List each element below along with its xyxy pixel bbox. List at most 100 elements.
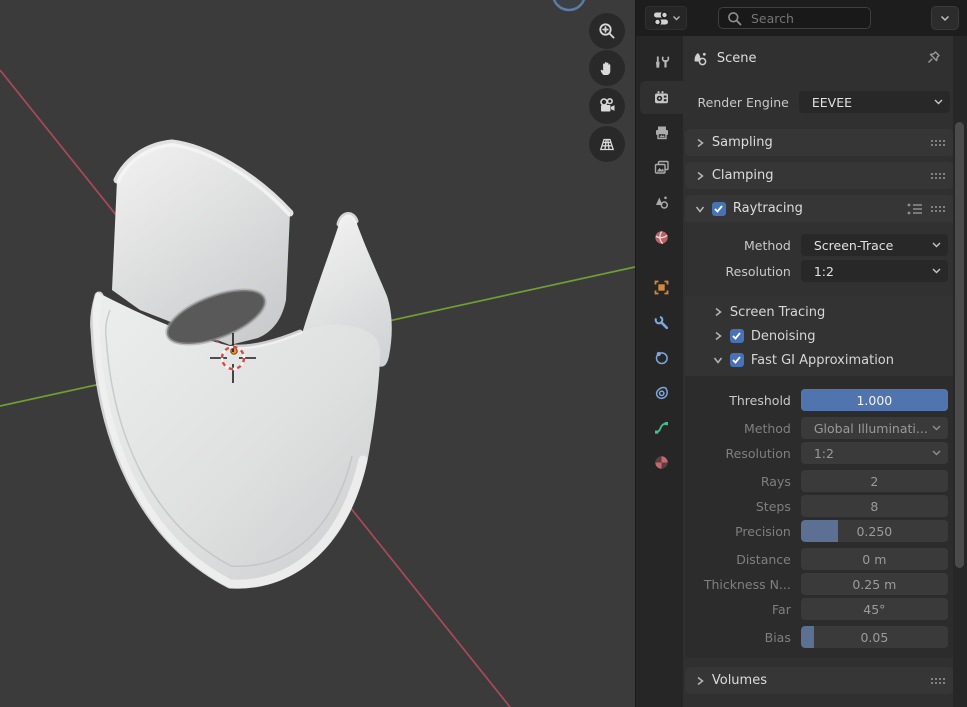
panel-grip-icon[interactable] [930,205,945,212]
fast-gi-settings: Threshold 1.000 Method Global Illuminati… [685,376,953,658]
constraints-icon [653,349,670,366]
tab-scene[interactable] [640,186,683,219]
denoising-checkbox[interactable] [730,329,744,343]
raytracing-checkbox[interactable] [712,202,726,216]
wrench-icon [653,314,670,331]
threshold-label: Threshold [685,393,791,408]
steps-field[interactable]: 8 [801,495,948,517]
steps-row: Steps 8 [685,495,950,517]
thickness-field[interactable]: 0.25 m [801,573,948,595]
subpanel-screen-tracing-header[interactable]: Screen Tracing [685,300,953,324]
chevron-right-icon [713,331,723,341]
pin-icon[interactable] [925,49,943,67]
threshold-slider[interactable]: 1.000 [801,389,948,411]
chevron-right-icon [713,307,723,317]
fast-gi-checkbox[interactable] [730,353,744,367]
properties-body: Scene Render Engine EEVEE [636,36,967,707]
subpanel-denoising-header[interactable]: Denoising [685,324,953,348]
precision-label: Precision [685,524,791,539]
breadcrumb-scene-label: Scene [717,51,757,66]
distance-field[interactable]: 0 m [801,548,948,570]
fast-gi-method-row: Method Global Illuminati... [685,417,950,439]
panel-title: Volumes [712,673,767,688]
tab-tool[interactable] [640,46,683,79]
search-input[interactable] [749,10,862,27]
output-properties-icon [653,124,670,141]
raytracing-resolution-dropdown[interactable]: 1:2 [801,260,948,282]
panel-grip-icon[interactable] [930,172,945,179]
subpanel-title: Denoising [751,329,816,344]
zoom-tool-button[interactable] [589,13,625,49]
resolution-label: Resolution [685,446,791,461]
subpanel-fast-gi-header[interactable]: Fast GI Approximation [685,348,953,372]
panel-clamping-header[interactable]: Clamping [685,162,953,189]
method-label: Method [685,238,791,253]
fast-gi-resolution-dropdown[interactable]: 1:2 [801,442,948,464]
steps-label: Steps [685,499,791,514]
search-box[interactable] [718,7,871,29]
bias-row: Bias 0.05 [685,626,950,648]
fast-gi-resolution-row: Resolution 1:2 [685,442,950,464]
tab-material[interactable] [640,446,683,479]
panel-clamping: Clamping [685,162,953,189]
fast-gi-method-dropdown[interactable]: Global Illuminati... [801,417,948,439]
tab-object[interactable] [640,271,683,304]
panel-grip-icon[interactable] [930,677,945,684]
precision-slider[interactable]: 0.250 [801,520,948,542]
chevron-down-icon [934,99,943,105]
world-properties-icon [653,229,670,246]
rays-row: Rays 2 [685,470,950,492]
render-engine-dropdown[interactable]: EEVEE [799,91,950,113]
distance-label: Distance [685,552,791,567]
slider-fill [801,520,838,542]
panel-sampling-header[interactable]: Sampling [685,129,953,156]
camera-icon [597,96,617,116]
curve-data-icon [653,419,670,436]
raytracing-settings: Method Screen-Trace Resolution [685,222,953,296]
chevron-down-icon [940,15,950,22]
chevron-down-icon [932,242,941,248]
panel-grip-icon[interactable] [930,139,945,146]
material-icon [653,454,670,471]
chevron-down-icon [695,204,705,214]
panel-list-icon[interactable] [907,202,923,215]
viewport-canvas[interactable] [0,0,635,707]
raytracing-method-dropdown[interactable]: Screen-Trace [801,234,948,256]
tab-constraints[interactable] [640,341,683,374]
camera-view-button[interactable] [589,88,625,124]
properties-editor: Scene Render Engine EEVEE [635,0,967,707]
far-field[interactable]: 45° [801,598,948,620]
scene-properties-icon [653,194,670,211]
3d-viewport[interactable] [0,0,635,707]
render-engine-label: Render Engine [683,95,789,110]
tab-physics[interactable] [640,376,683,409]
panel-raytracing: Raytracing Method Scre [685,195,953,658]
tool-icon [653,54,670,71]
panel-volumes-header[interactable]: Volumes [685,667,953,694]
bias-slider[interactable]: 0.05 [801,626,948,648]
tab-output[interactable] [640,116,683,149]
scrollbar-track[interactable] [953,36,967,707]
physics-icon [653,384,670,401]
tab-render[interactable] [640,81,683,114]
header-options-button[interactable] [931,6,959,30]
scrollbar-thumb[interactable] [955,122,964,568]
raytracing-method-row: Method Screen-Trace [685,234,950,256]
toggle-projection-button[interactable] [589,126,625,162]
blender-window: Scene Render Engine EEVEE [0,0,967,707]
raytracing-subpanels: Screen Tracing Denoising [685,296,953,376]
thickness-row: Thickness N... 0.25 m [685,573,950,595]
raytracing-resolution-row: Resolution 1:2 [685,260,950,282]
rays-field[interactable]: 2 [801,470,948,492]
tab-modifiers[interactable] [640,306,683,339]
render-engine-row: Render Engine EEVEE [683,91,952,113]
hand-icon [597,58,617,78]
slider-fill [801,626,814,648]
tab-world[interactable] [640,221,683,254]
perspective-grid-icon [597,134,617,154]
panel-raytracing-header[interactable]: Raytracing [685,195,953,222]
editor-type-button[interactable] [645,6,687,30]
tab-object-data[interactable] [640,411,683,444]
pan-tool-button[interactable] [589,50,625,86]
tab-view-layer[interactable] [640,151,683,184]
